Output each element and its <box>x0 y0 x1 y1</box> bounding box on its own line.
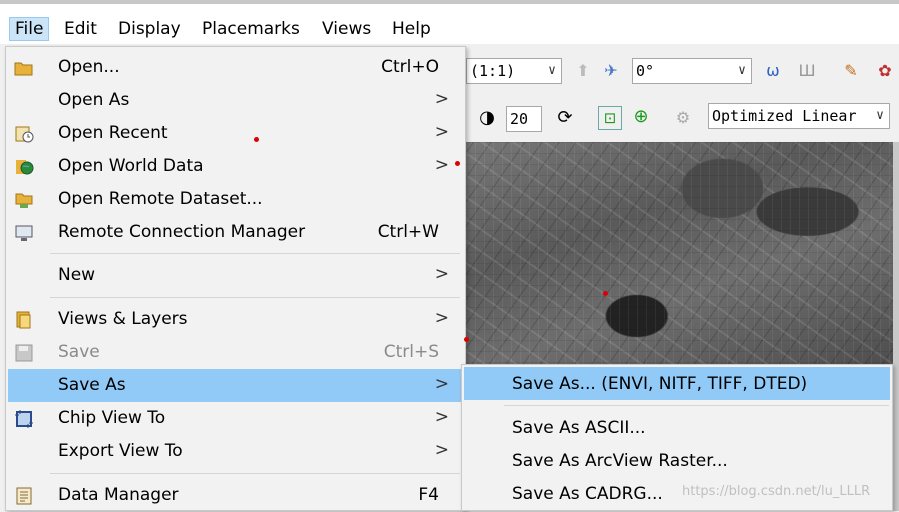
chevron-right-icon: > <box>434 155 449 175</box>
submenu-item-save-as-ascii[interactable]: Save As ASCII... <box>464 411 890 444</box>
file-menu: Open... Ctrl+O Open As > Open Recent > O… <box>5 46 466 511</box>
submenu-item-label: Save As... (ENVI, NITF, TIFF, DTED) <box>512 374 808 394</box>
zoom-extent-icon[interactable]: ⊡ <box>598 106 622 130</box>
recent-icon <box>15 126 34 143</box>
data-manager-icon <box>16 487 32 505</box>
brightness-icon[interactable]: ⚙ <box>672 107 694 129</box>
menu-item-label: Views & Layers <box>58 309 188 329</box>
menu-item-label: New <box>58 265 96 285</box>
annotation-dot <box>464 337 469 342</box>
menu-item-open[interactable]: Open... Ctrl+O <box>8 51 463 84</box>
menu-views[interactable]: Views <box>317 18 376 40</box>
chevron-down-icon: ∨ <box>738 63 746 78</box>
menu-bar: File Edit Display Placemarks Views Help <box>0 0 899 44</box>
region-icon[interactable]: ✿ <box>874 60 896 82</box>
menu-separator <box>504 405 889 406</box>
submenu-item-label: Save As CADRG... <box>512 484 663 504</box>
contrast-icon[interactable]: ◑ <box>476 107 498 129</box>
menu-separator <box>50 473 460 474</box>
refresh-icon[interactable]: ⟳ <box>554 107 576 129</box>
menu-edit[interactable]: Edit <box>59 18 102 40</box>
zoom-value: (1:1) <box>470 62 516 80</box>
menu-item-save-as[interactable]: Save As > <box>8 369 463 402</box>
chevron-right-icon: > <box>434 89 449 109</box>
submenu-item-save-as-envi[interactable]: Save As... (ENVI, NITF, TIFF, DTED) <box>464 367 890 400</box>
menu-item-label: Open Recent <box>58 123 168 143</box>
vector-icon[interactable]: ω <box>762 60 784 82</box>
save-icon <box>15 344 33 362</box>
menu-item-open-as[interactable]: Open As > <box>8 84 463 117</box>
annotation-dot <box>455 161 460 166</box>
layers-icon <box>16 311 31 329</box>
annotation-icon[interactable]: ✎ <box>840 60 862 82</box>
menu-item-label: Save As <box>58 375 126 395</box>
chevron-right-icon: > <box>434 440 449 460</box>
full-extent-icon[interactable]: ⊕ <box>630 106 652 128</box>
menu-item-label: Open As <box>58 90 130 110</box>
shortcut-label: Ctrl+S <box>383 342 439 362</box>
toolbar-row-1: (1:1) ∨ ⬆ ✈ 0° ∨ ω Ш ✎ ✿ <box>466 50 899 90</box>
chevron-down-icon: ∨ <box>548 63 556 78</box>
rotation-value: 0° <box>636 62 655 80</box>
menu-item-label: Remote Connection Manager <box>58 222 306 242</box>
menu-item-label: Data Manager <box>58 485 179 505</box>
chevron-right-icon: > <box>434 407 449 427</box>
menu-item-remote-connection-manager[interactable]: Remote Connection Manager Ctrl+W <box>8 216 463 249</box>
menu-item-open-recent[interactable]: Open Recent > <box>8 117 463 150</box>
rotate-compass-icon[interactable]: ✈ <box>600 60 622 82</box>
menu-item-views-layers[interactable]: Views & Layers > <box>8 303 463 336</box>
menu-item-save[interactable]: Save Ctrl+S <box>8 336 463 369</box>
satellite-image-view[interactable] <box>466 142 893 374</box>
menu-help[interactable]: Help <box>387 18 436 40</box>
monitor-icon <box>15 225 33 241</box>
sharpen-field[interactable]: 20 <box>506 106 542 132</box>
stretch-value: Optimized Linear <box>712 107 857 125</box>
menu-item-label: Open Remote Dataset... <box>58 189 263 209</box>
right-border <box>893 142 899 511</box>
sharpen-value: 20 <box>510 110 529 128</box>
shortcut-label: Ctrl+O <box>381 57 439 77</box>
annotation-dot <box>603 291 608 296</box>
annotation-dot <box>254 137 259 142</box>
menu-item-label: Chip View To <box>58 408 166 428</box>
chevron-down-icon: ∨ <box>876 108 884 123</box>
menu-item-label: Open... <box>58 57 120 77</box>
menu-item-label: Save <box>58 342 100 362</box>
chevron-right-icon: > <box>434 308 449 328</box>
menu-item-data-manager[interactable]: Data Manager F4 <box>8 479 463 512</box>
shortcut-label: Ctrl+W <box>377 222 439 242</box>
menu-item-open-world-data[interactable]: Open World Data > <box>8 150 463 183</box>
menu-item-label: Export View To <box>58 441 183 461</box>
watermark-text: https://blog.csdn.net/lu_LLLR <box>682 484 871 499</box>
toolbar-row-2: ◑ 20 ⟳ ⊡ ⊕ ⚙ Optimized Linear ∨ <box>466 98 899 142</box>
menu-placemarks[interactable]: Placemarks <box>197 18 305 40</box>
menu-item-chip-view-to[interactable]: Chip View To > <box>8 402 463 435</box>
menu-item-open-remote-dataset[interactable]: Open Remote Dataset... <box>8 183 463 216</box>
menu-item-label: Open World Data <box>58 156 204 176</box>
rotation-combo[interactable]: 0° ∨ <box>632 58 752 84</box>
menu-separator <box>50 297 460 298</box>
menu-item-new[interactable]: New > <box>8 259 463 292</box>
menu-item-export-view-to[interactable]: Export View To > <box>8 435 463 468</box>
chevron-right-icon: > <box>434 374 449 394</box>
submenu-item-label: Save As ASCII... <box>512 418 646 438</box>
chevron-right-icon: > <box>434 122 449 142</box>
menu-display[interactable]: Display <box>113 18 186 40</box>
zoom-combo[interactable]: (1:1) ∨ <box>466 58 562 84</box>
shortcut-label: F4 <box>418 485 439 505</box>
submenu-item-label: Save As ArcView Raster... <box>512 451 728 471</box>
stretch-combo[interactable]: Optimized Linear ∨ <box>708 103 890 129</box>
globe-icon <box>16 160 34 175</box>
chip-icon <box>15 410 33 428</box>
chevron-right-icon: > <box>434 264 449 284</box>
folder-open-icon <box>14 62 33 76</box>
rotate-up-icon[interactable]: ⬆ <box>572 60 594 82</box>
menu-separator <box>50 253 460 254</box>
submenu-item-save-as-arcview[interactable]: Save As ArcView Raster... <box>464 444 890 477</box>
menu-file[interactable]: File <box>9 17 50 41</box>
remote-dataset-icon <box>15 193 33 208</box>
profile-icon[interactable]: Ш <box>796 60 818 82</box>
